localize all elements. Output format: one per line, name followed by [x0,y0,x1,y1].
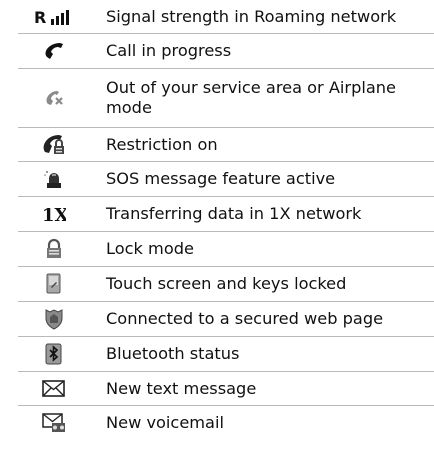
table-row: 1X Transferring data in 1X network [18,197,434,232]
restriction-on-icon [18,128,89,161]
row-label: Transferring data in 1X network [106,204,362,223]
bluetooth-status-icon [18,337,89,371]
lock-mode-icon [18,232,89,266]
status-icon-table: R Signal strength in Roaming network Cal… [18,0,434,440]
row-label: New voicemail [106,413,224,432]
table-row: Connected to a secured web page [18,302,434,337]
new-voicemail-icon [18,406,89,440]
touch-keys-locked-icon [18,267,89,301]
sos-message-icon [18,162,89,196]
row-label: New text message [106,378,257,398]
roaming-signal-icon: R [18,0,89,33]
table-row: Call in progress [18,34,434,69]
row-label: Connected to a secured web page [106,309,384,328]
table-row: Touch screen and keys locked [18,267,434,302]
row-label: SOS message feature active [106,169,336,188]
row-label: Call in progress [106,41,232,60]
row-label: Out of your service area or Airplane mod… [106,78,396,117]
row-label: Lock mode [106,239,194,258]
no-service-airplane-icon [18,69,89,127]
1x-data-icon: 1X [18,197,89,231]
table-row: SOS message feature active [18,162,434,197]
secured-web-page-icon [18,302,89,336]
row-label: Touch screen and keys locked [106,274,347,293]
table-row: Lock mode [18,232,434,267]
table-row: New voicemail [18,406,434,440]
table-row: Restriction on [18,128,434,162]
svg-text:1X: 1X [42,205,66,224]
row-label: Signal strength in Roaming network [106,6,397,26]
call-in-progress-icon [18,34,89,68]
table-row: Bluetooth status [18,337,434,372]
svg-text:R: R [34,8,46,26]
row-label: Restriction on [106,134,218,154]
new-text-message-icon [18,372,89,405]
table-row: New text message [18,372,434,406]
table-row: Out of your service area or Airplane mod… [18,69,434,128]
row-label: Bluetooth status [106,344,240,363]
table-row: R Signal strength in Roaming network [18,0,434,34]
